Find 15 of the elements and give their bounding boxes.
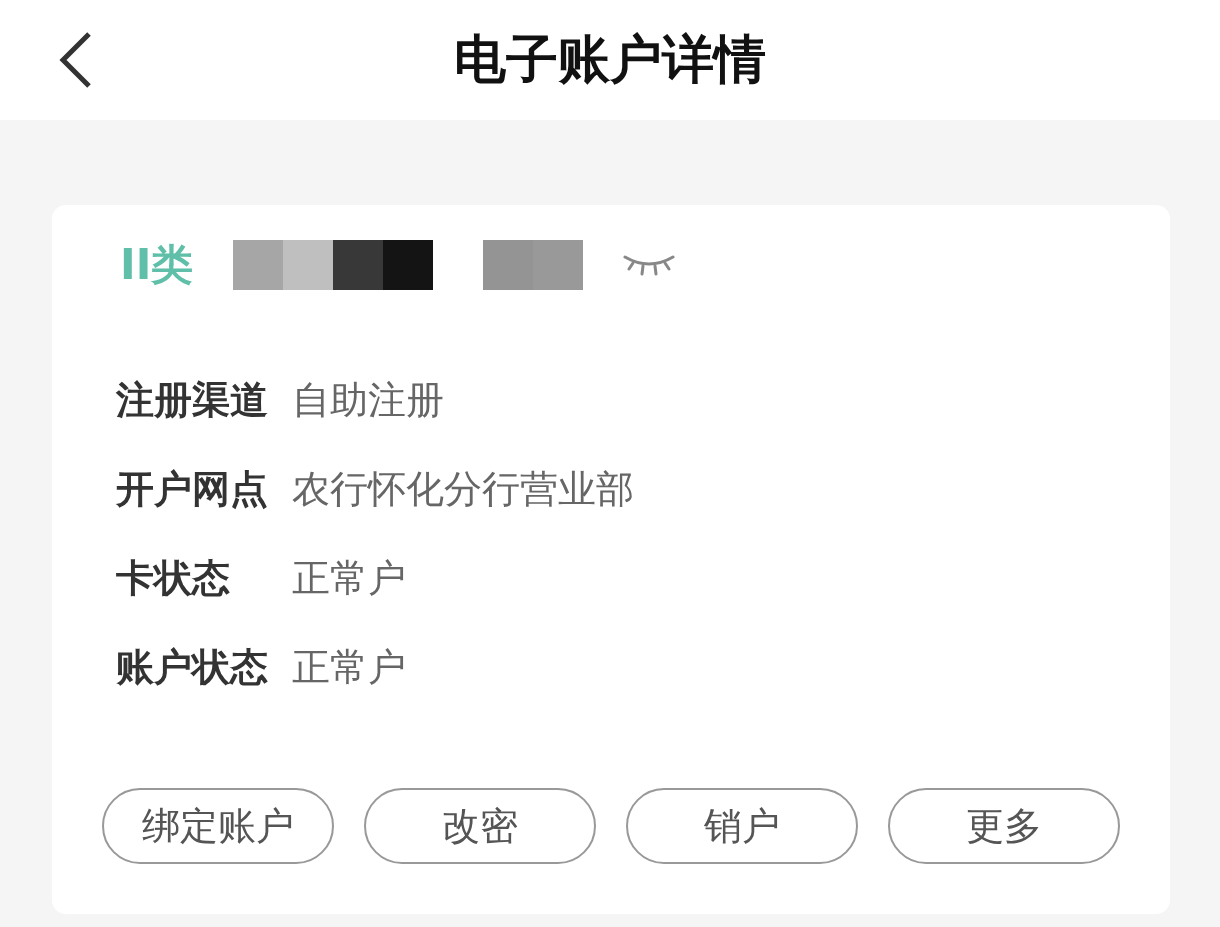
action-button[interactable]: 改密	[364, 788, 596, 864]
action-button[interactable]: 销户	[626, 788, 858, 864]
action-button[interactable]: 绑定账户	[102, 788, 334, 864]
page-title: 电子账户详情	[454, 28, 766, 91]
detail-label: 账户状态	[116, 644, 268, 691]
detail-value: 正常户	[292, 644, 407, 691]
detail-label: 开户网点	[116, 466, 268, 513]
detail-label: 注册渠道	[116, 377, 268, 424]
detail-value: 正常户	[292, 555, 407, 602]
detail-label: 卡状态	[116, 555, 231, 602]
account-type: II类	[120, 239, 194, 291]
action-button[interactable]: 更多	[888, 788, 1120, 864]
closed-eye-icon[interactable]	[623, 253, 676, 277]
detail-value: 农行怀化分行营业部	[292, 466, 635, 513]
detail-value: 自助注册	[292, 377, 445, 424]
